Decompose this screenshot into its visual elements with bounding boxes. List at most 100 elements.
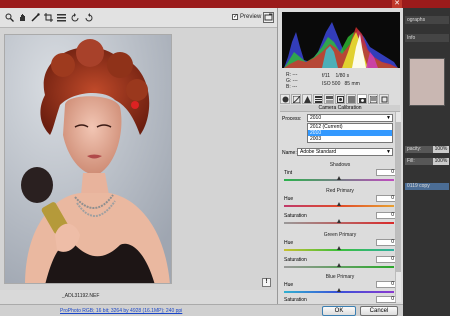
- green-hue-slider[interactable]: Hue 0: [282, 239, 398, 256]
- tint-value-field[interactable]: 0: [376, 169, 396, 176]
- status-bar: ProPhoto RGB; 16 bit; 3264 by 4928 (16.1…: [0, 304, 403, 316]
- cancel-button[interactable]: Cancel: [360, 306, 398, 316]
- red-hue-thumb[interactable]: [337, 202, 341, 206]
- red-hue-label: Hue: [284, 196, 294, 202]
- snapshot-icon: [381, 96, 387, 102]
- profile-select[interactable]: Adobe Standard ▼: [297, 148, 393, 156]
- crop-icon[interactable]: [43, 12, 53, 22]
- blue-hue-thumb[interactable]: [337, 288, 341, 292]
- rotate-left-icon[interactable]: [70, 12, 80, 22]
- blue-primary-title: Blue Primary: [325, 274, 355, 280]
- blue-saturation-slider[interactable]: Saturation 0: [282, 296, 398, 304]
- chevron-down-icon: ▼: [386, 149, 391, 155]
- chevron-down-icon: ▼: [386, 115, 391, 121]
- tint-label: Tint: [284, 170, 293, 176]
- b-label: B:: [286, 84, 291, 90]
- preview-toggle[interactable]: ✓ Preview: [232, 14, 261, 20]
- window-title-strip: ✕: [0, 0, 450, 8]
- filename-label: _ADL31192.NEF: [62, 293, 100, 299]
- name-label: Name:: [282, 150, 297, 156]
- tab-tone-curve[interactable]: [291, 94, 301, 104]
- blue-saturation-label: Saturation: [284, 297, 307, 303]
- green-hue-thumb[interactable]: [337, 246, 341, 250]
- layer-name: 0119 copy: [407, 183, 430, 189]
- presets-icon: [369, 95, 377, 103]
- camera-raw-dialog: ✓ Preview ! _ADL31192.NEF R: --- G: --- …: [0, 8, 403, 316]
- tint-thumb[interactable]: [337, 176, 341, 180]
- camera-icon: [358, 97, 366, 103]
- zoom-icon[interactable]: [4, 12, 14, 22]
- green-primary-title: Green Primary: [323, 232, 357, 238]
- aperture-icon: [282, 96, 288, 102]
- ps-layer-row[interactable]: 0119 copy: [405, 183, 449, 190]
- process-dropdown-list: 2012 (Current) 2010 2003: [307, 123, 393, 143]
- tab-camera-calibration[interactable]: [357, 94, 367, 104]
- red-hue-value-field[interactable]: 0: [376, 195, 396, 202]
- scrollbar-thumb[interactable]: [396, 122, 401, 272]
- b-value: ---: [292, 84, 298, 90]
- toolbar: ✓ Preview: [0, 8, 277, 28]
- panel-tabs: [280, 94, 402, 104]
- red-saturation-value-field[interactable]: 0: [376, 212, 396, 219]
- panel-title: Camera Calibration: [280, 105, 400, 112]
- green-hue-label: Hue: [284, 240, 294, 246]
- green-saturation-slider[interactable]: Saturation 0: [282, 256, 398, 273]
- shutter-speed: 1/80 s: [335, 73, 350, 79]
- info-icon[interactable]: !: [262, 278, 271, 287]
- red-saturation-thumb[interactable]: [337, 219, 341, 223]
- tab-effects[interactable]: [346, 94, 356, 104]
- workflow-options-link[interactable]: ProPhoto RGB; 16 bit; 3264 by 4928 (16.1…: [60, 308, 182, 314]
- tab-split-toning[interactable]: [324, 94, 334, 104]
- tab-detail[interactable]: [302, 94, 312, 104]
- fullscreen-button[interactable]: [263, 12, 274, 23]
- tab-lens[interactable]: [335, 94, 345, 104]
- close-icon[interactable]: ✕: [392, 0, 402, 8]
- tab-presets[interactable]: [368, 94, 378, 104]
- ps-thumbnail: [409, 58, 445, 106]
- preview-label: Preview: [240, 14, 262, 20]
- green-hue-value-field[interactable]: 0: [376, 239, 396, 246]
- pixel-readout: R: --- G: --- B: --- f/11 1/80 s ISO 500…: [282, 70, 400, 92]
- aperture: f/11: [322, 73, 330, 79]
- fx-icon: [347, 95, 355, 103]
- rotate-right-icon[interactable]: [83, 12, 93, 22]
- blue-hue-value-field[interactable]: 0: [376, 281, 396, 288]
- histogram: [282, 12, 400, 68]
- list-icon[interactable]: [56, 12, 66, 22]
- ps-tab-histogram[interactable]: ographs: [405, 16, 449, 24]
- shadows-tint-slider[interactable]: Tint 0: [282, 169, 398, 186]
- blue-hue-label: Hue: [284, 282, 294, 288]
- tab-snapshots[interactable]: [379, 94, 389, 104]
- process-option[interactable]: 2003: [308, 136, 392, 142]
- iso: ISO 500: [322, 81, 341, 87]
- ok-button[interactable]: OK: [322, 306, 356, 316]
- ps-tab-info[interactable]: Info: [405, 34, 449, 42]
- photoshop-panel-dock: ographs Info pacity: 100% Fill: 100% 011…: [403, 8, 450, 316]
- hand-icon[interactable]: [17, 12, 27, 22]
- opacity-value[interactable]: 100%: [433, 146, 449, 153]
- red-saturation-slider[interactable]: Saturation 0: [282, 212, 398, 229]
- fill-label: Fill:: [407, 158, 415, 164]
- hsl-icon: [314, 95, 322, 103]
- fill-value[interactable]: 100%: [433, 158, 449, 165]
- green-saturation-value-field[interactable]: 0: [376, 256, 396, 263]
- red-hue-slider[interactable]: Hue 0: [282, 195, 398, 212]
- process-row: Process: 2010 ▼: [282, 114, 393, 122]
- preview-checkbox[interactable]: ✓: [232, 14, 238, 20]
- green-saturation-thumb[interactable]: [337, 263, 341, 267]
- process-select[interactable]: 2010 ▼: [307, 114, 393, 122]
- ps-fill-field[interactable]: Fill: 100%: [405, 158, 449, 165]
- tab-basic[interactable]: [280, 94, 290, 104]
- ps-opacity-field[interactable]: pacity: 100%: [405, 146, 449, 153]
- triangle-icon: [303, 95, 311, 103]
- portrait-photo[interactable]: [4, 34, 172, 284]
- lens-icon: [336, 95, 344, 103]
- tab-hsl[interactable]: [313, 94, 323, 104]
- blue-saturation-value-field[interactable]: 0: [376, 296, 396, 303]
- panel-scrollbar[interactable]: [395, 112, 401, 302]
- process-value: 2010: [310, 115, 322, 121]
- image-preview-area[interactable]: !: [0, 28, 277, 290]
- white-balance-icon[interactable]: [30, 12, 40, 22]
- process-label: Process:: [282, 116, 302, 122]
- red-saturation-label: Saturation: [284, 213, 307, 219]
